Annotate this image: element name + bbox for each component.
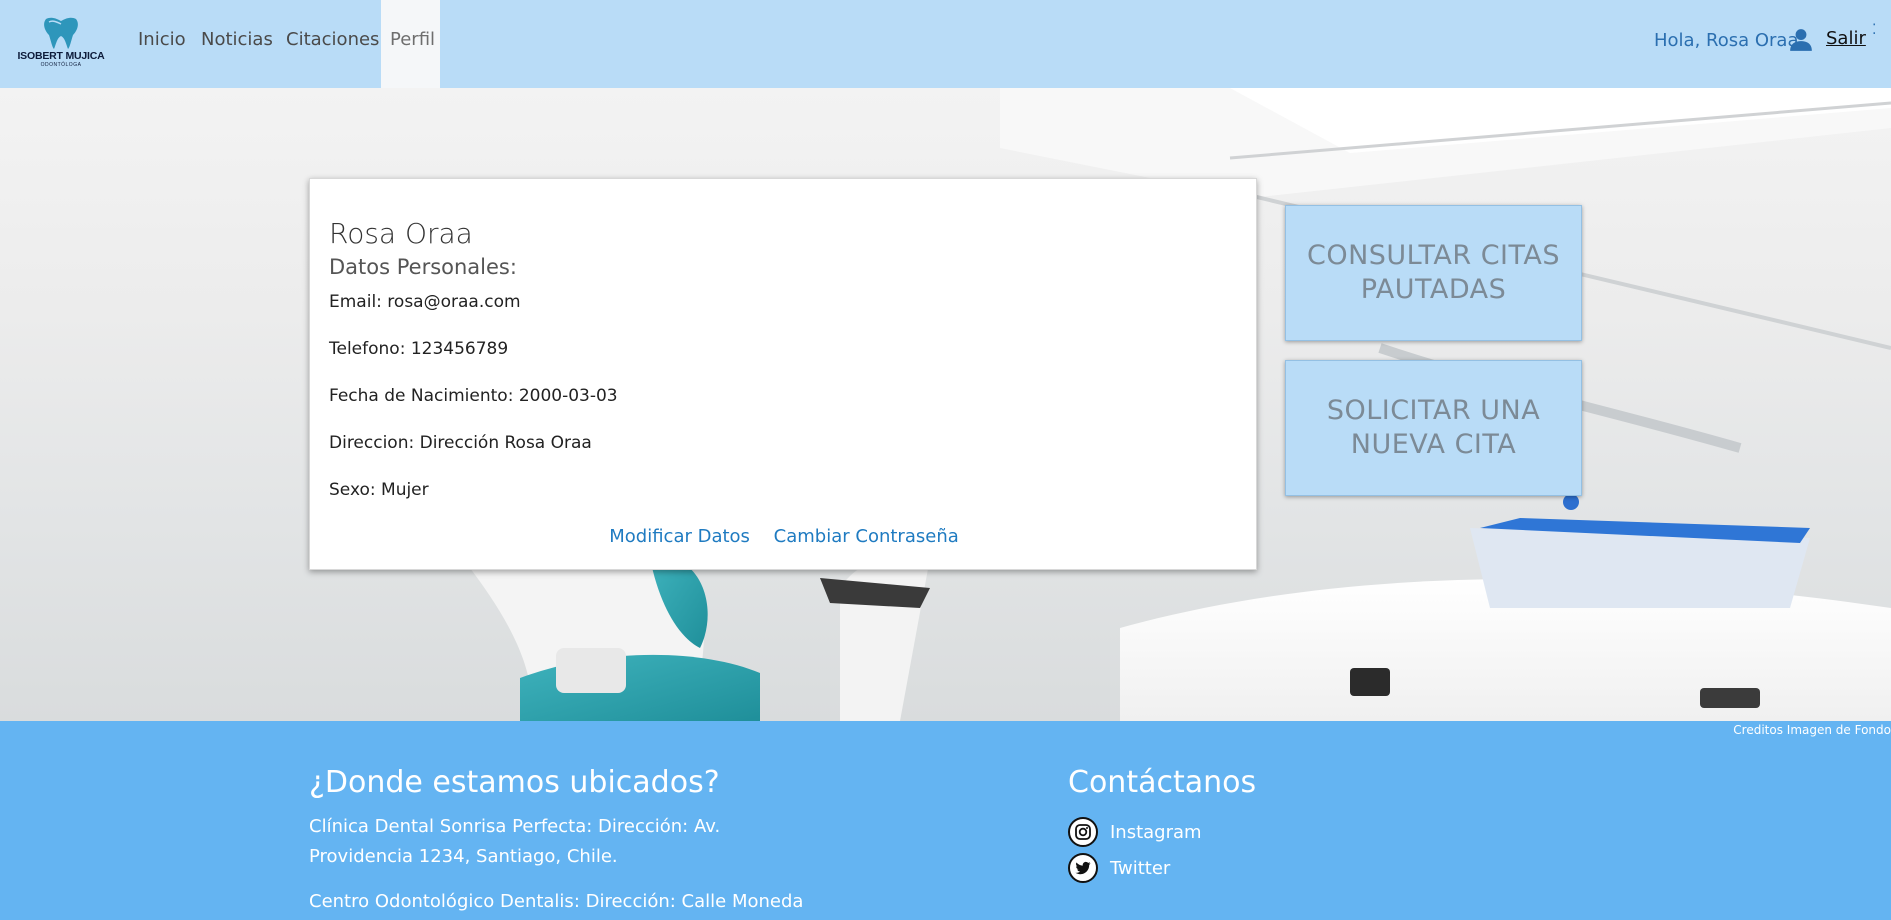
change-password-link[interactable]: Cambiar Contraseña bbox=[774, 526, 959, 547]
loading-spinner-icon: ⁚ bbox=[1872, 22, 1877, 38]
address-field: Direccion: Dirección Rosa Oraa bbox=[329, 433, 592, 453]
person-icon[interactable] bbox=[1788, 27, 1814, 53]
profile-actions: Modificar Datos Cambiar Contraseña bbox=[310, 526, 1258, 547]
profile-card: Rosa Oraa Datos Personales: Email: rosa@… bbox=[309, 178, 1257, 570]
profile-name: Rosa Oraa bbox=[329, 217, 473, 250]
location-heading: ¿Donde estamos ubicados? bbox=[309, 765, 720, 800]
logout-link[interactable]: Salir bbox=[1826, 28, 1866, 49]
phone-field: Telefono: 123456789 bbox=[329, 339, 509, 359]
twitter-label: Twitter bbox=[1110, 857, 1171, 879]
instagram-link[interactable]: Instagram bbox=[1068, 817, 1202, 847]
instagram-icon bbox=[1068, 817, 1098, 847]
location-clinic-2: Centro Odontológico Dentalis: Dirección:… bbox=[309, 891, 804, 912]
sex-field: Sexo: Mujer bbox=[329, 480, 429, 500]
navbar: ISOBERT MUJICA ODONTÓLOGA Inicio Noticia… bbox=[0, 0, 1891, 88]
nav-perfil[interactable]: Perfil bbox=[381, 0, 440, 88]
modify-data-link[interactable]: Modificar Datos bbox=[609, 526, 750, 547]
nav-noticias[interactable]: Noticias bbox=[192, 0, 282, 88]
contact-heading: Contáctanos bbox=[1068, 765, 1257, 800]
instagram-label: Instagram bbox=[1110, 821, 1202, 843]
birthdate-field: Fecha de Nacimiento: 2000-03-03 bbox=[329, 386, 618, 406]
tooth-logo-icon bbox=[44, 17, 78, 49]
request-appointment-button[interactable]: SOLICITAR UNA NUEVA CITA bbox=[1285, 360, 1582, 496]
nav-inicio[interactable]: Inicio bbox=[129, 0, 195, 88]
brand-name: ISOBERT MUJICA bbox=[17, 50, 105, 62]
background-credits-link[interactable]: Creditos Imagen de Fondo bbox=[1733, 723, 1891, 737]
personal-data-heading: Datos Personales: bbox=[329, 255, 517, 279]
footer: ¿Donde estamos ubicados? Clínica Dental … bbox=[0, 721, 1891, 920]
nav-citaciones[interactable]: Citaciones bbox=[277, 0, 388, 88]
consult-appointments-button[interactable]: CONSULTAR CITAS PAUTADAS bbox=[1285, 205, 1582, 341]
brand-logo[interactable]: ISOBERT MUJICA ODONTÓLOGA bbox=[14, 16, 108, 70]
brand-subtitle: ODONTÓLOGA bbox=[40, 62, 82, 68]
twitter-link[interactable]: Twitter bbox=[1068, 853, 1170, 883]
location-clinic-1: Clínica Dental Sonrisa Perfecta: Direcci… bbox=[309, 816, 721, 867]
email-field: Email: rosa@oraa.com bbox=[329, 292, 521, 312]
twitter-icon bbox=[1068, 853, 1098, 883]
user-greeting: Hola, Rosa Oraa bbox=[1654, 30, 1799, 51]
